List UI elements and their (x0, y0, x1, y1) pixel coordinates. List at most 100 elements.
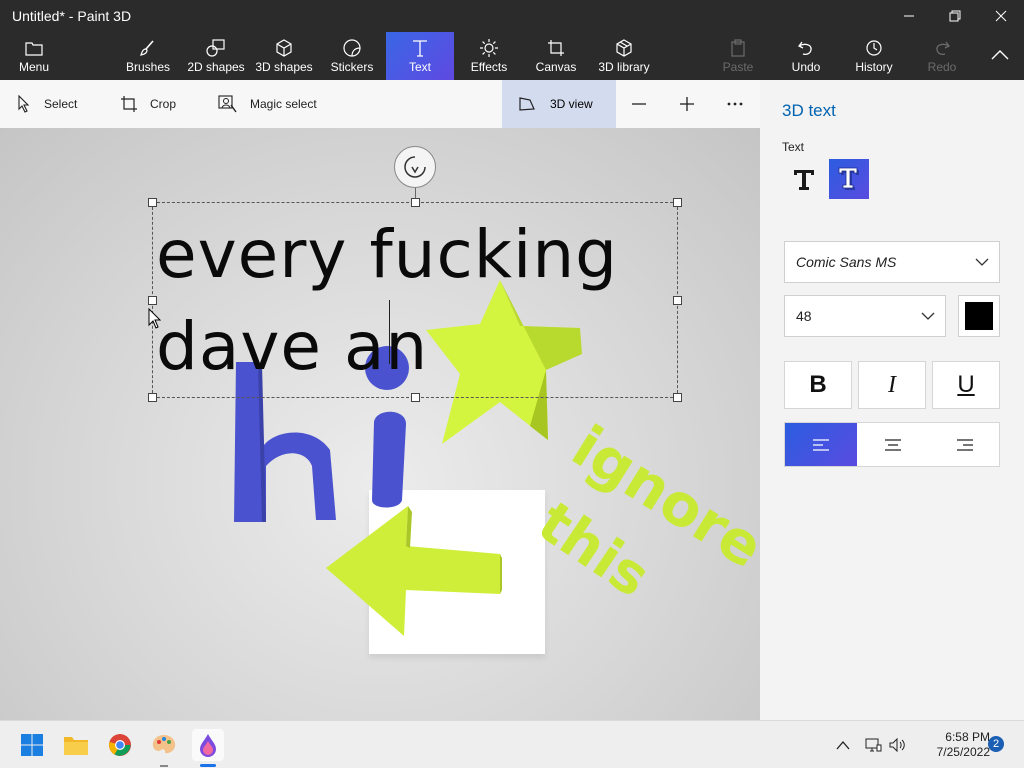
align-left-button[interactable] (785, 423, 857, 466)
taskbar-chrome[interactable] (104, 729, 136, 761)
sun-icon (480, 38, 498, 58)
align-center-button[interactable] (857, 423, 929, 466)
speaker-icon (889, 737, 905, 753)
3d-view-label: 3D view (550, 97, 593, 111)
text-color-picker[interactable] (958, 295, 1000, 337)
zoom-out-button[interactable] (630, 80, 660, 128)
paint-palette-icon (152, 735, 176, 754)
ribbon-2d-shapes[interactable]: 2D shapes (186, 32, 246, 80)
select-label: Select (44, 97, 78, 111)
font-family-dropdown[interactable]: Comic Sans MS (784, 241, 1000, 283)
chevron-up-icon (991, 49, 1009, 63)
resize-handle-bl[interactable] (148, 393, 157, 402)
ribbon-brushes[interactable]: Brushes (120, 32, 176, 80)
resize-handle-mr[interactable] (673, 296, 682, 305)
3d-text-icon (838, 167, 859, 190)
text-type-label: Text (782, 140, 805, 154)
font-family-value: Comic Sans MS (796, 254, 897, 270)
menu-button[interactable]: Menu (0, 32, 68, 80)
magic-select-button[interactable]: Magic select (218, 80, 317, 128)
ribbon-label: 3D library (598, 60, 650, 74)
ribbon-text[interactable]: Text (386, 32, 454, 80)
resize-handle-ml[interactable] (148, 296, 157, 305)
running-indicator (160, 765, 168, 767)
ribbon-stickers[interactable]: Stickers (326, 32, 378, 80)
more-options-button[interactable] (726, 80, 756, 128)
ribbon-label: Text (408, 60, 431, 74)
clock[interactable]: 6:58 PM 7/25/2022 (906, 730, 990, 760)
ribbon-3d-shapes[interactable]: 3D shapes (252, 32, 316, 80)
minimize-icon (904, 15, 914, 17)
taskbar: 6:58 PM 7/25/2022 (0, 720, 1024, 768)
paste-button[interactable]: Paste (716, 32, 760, 80)
align-right-icon (957, 438, 973, 451)
ribbon-canvas[interactable]: Canvas (530, 32, 582, 80)
rotate-handle[interactable] (394, 146, 436, 188)
windows-logo-icon (21, 734, 43, 756)
bold-button[interactable]: B (784, 361, 852, 409)
font-size-value: 48 (796, 308, 812, 324)
chrome-icon (109, 734, 131, 756)
rotate-icon (404, 156, 426, 178)
history-label: History (855, 60, 893, 74)
resize-handle-bc[interactable] (411, 393, 420, 402)
network-button[interactable] (864, 721, 882, 768)
2d-text-button[interactable] (784, 159, 824, 199)
history-button[interactable]: History (850, 32, 898, 80)
redo-icon (933, 38, 951, 58)
resize-handle-tc[interactable] (411, 198, 420, 207)
taskbar-paint-3d[interactable] (192, 729, 224, 767)
undo-label: Undo (791, 60, 821, 74)
canvas-area[interactable]: ignore this every fucking dave an (0, 128, 760, 720)
collapse-ribbon-button[interactable] (980, 32, 1020, 80)
shapes-2d-icon (206, 38, 226, 58)
notification-badge[interactable]: 2 (988, 736, 1004, 752)
ribbon-3d-library[interactable]: 3D library (594, 32, 654, 80)
taskbar-paint[interactable] (148, 729, 180, 767)
close-icon (995, 10, 1007, 22)
network-icon (865, 738, 882, 752)
3d-text-panel: 3D text Text Comic Sans MS 48 B I U (760, 80, 1024, 720)
zoom-in-button[interactable] (678, 80, 708, 128)
start-button[interactable] (16, 729, 48, 761)
align-right-button[interactable] (929, 423, 1001, 466)
font-size-dropdown[interactable]: 48 (784, 295, 946, 337)
redo-label: Redo (927, 60, 957, 74)
resize-handle-tr[interactable] (673, 198, 682, 207)
canvas-icon (547, 38, 565, 58)
ribbon-effects[interactable]: Effects (462, 32, 516, 80)
minimize-button[interactable] (886, 0, 932, 32)
magic-select-icon (218, 95, 237, 113)
paste-label: Paste (722, 60, 754, 74)
chevron-down-icon (921, 312, 935, 320)
yellow-3d-arrow[interactable] (326, 506, 502, 636)
undo-button[interactable]: Undo (784, 32, 828, 80)
italic-button[interactable]: I (858, 361, 926, 409)
taskbar-file-explorer[interactable] (60, 729, 92, 761)
magic-select-label: Magic select (250, 97, 317, 111)
restore-button[interactable] (932, 0, 978, 32)
close-button[interactable] (978, 0, 1024, 32)
volume-button[interactable] (888, 721, 906, 768)
resize-handle-tl[interactable] (148, 198, 157, 207)
ribbon-label: Brushes (125, 60, 171, 74)
underline-button[interactable]: U (932, 361, 1000, 409)
chevron-up-icon (836, 741, 850, 750)
more-icon (727, 102, 743, 106)
crop-icon (121, 96, 137, 112)
show-hidden-icons-button[interactable] (836, 721, 850, 768)
minus-icon (632, 103, 646, 105)
plus-icon (680, 97, 694, 111)
ribbon-label: Effects (470, 60, 508, 74)
2d-text-icon (794, 170, 814, 190)
selection-box[interactable] (152, 202, 678, 398)
title-bar: Untitled* - Paint 3D (0, 0, 1024, 32)
3d-view-button[interactable]: 3D view (502, 80, 616, 128)
crop-button[interactable]: Crop (120, 80, 176, 128)
clock-time: 6:58 PM (945, 730, 990, 744)
redo-button[interactable]: Redo (920, 32, 964, 80)
3d-text-button[interactable] (829, 159, 869, 199)
library-icon (615, 38, 633, 58)
resize-handle-br[interactable] (673, 393, 682, 402)
select-button[interactable]: Select (16, 80, 77, 128)
